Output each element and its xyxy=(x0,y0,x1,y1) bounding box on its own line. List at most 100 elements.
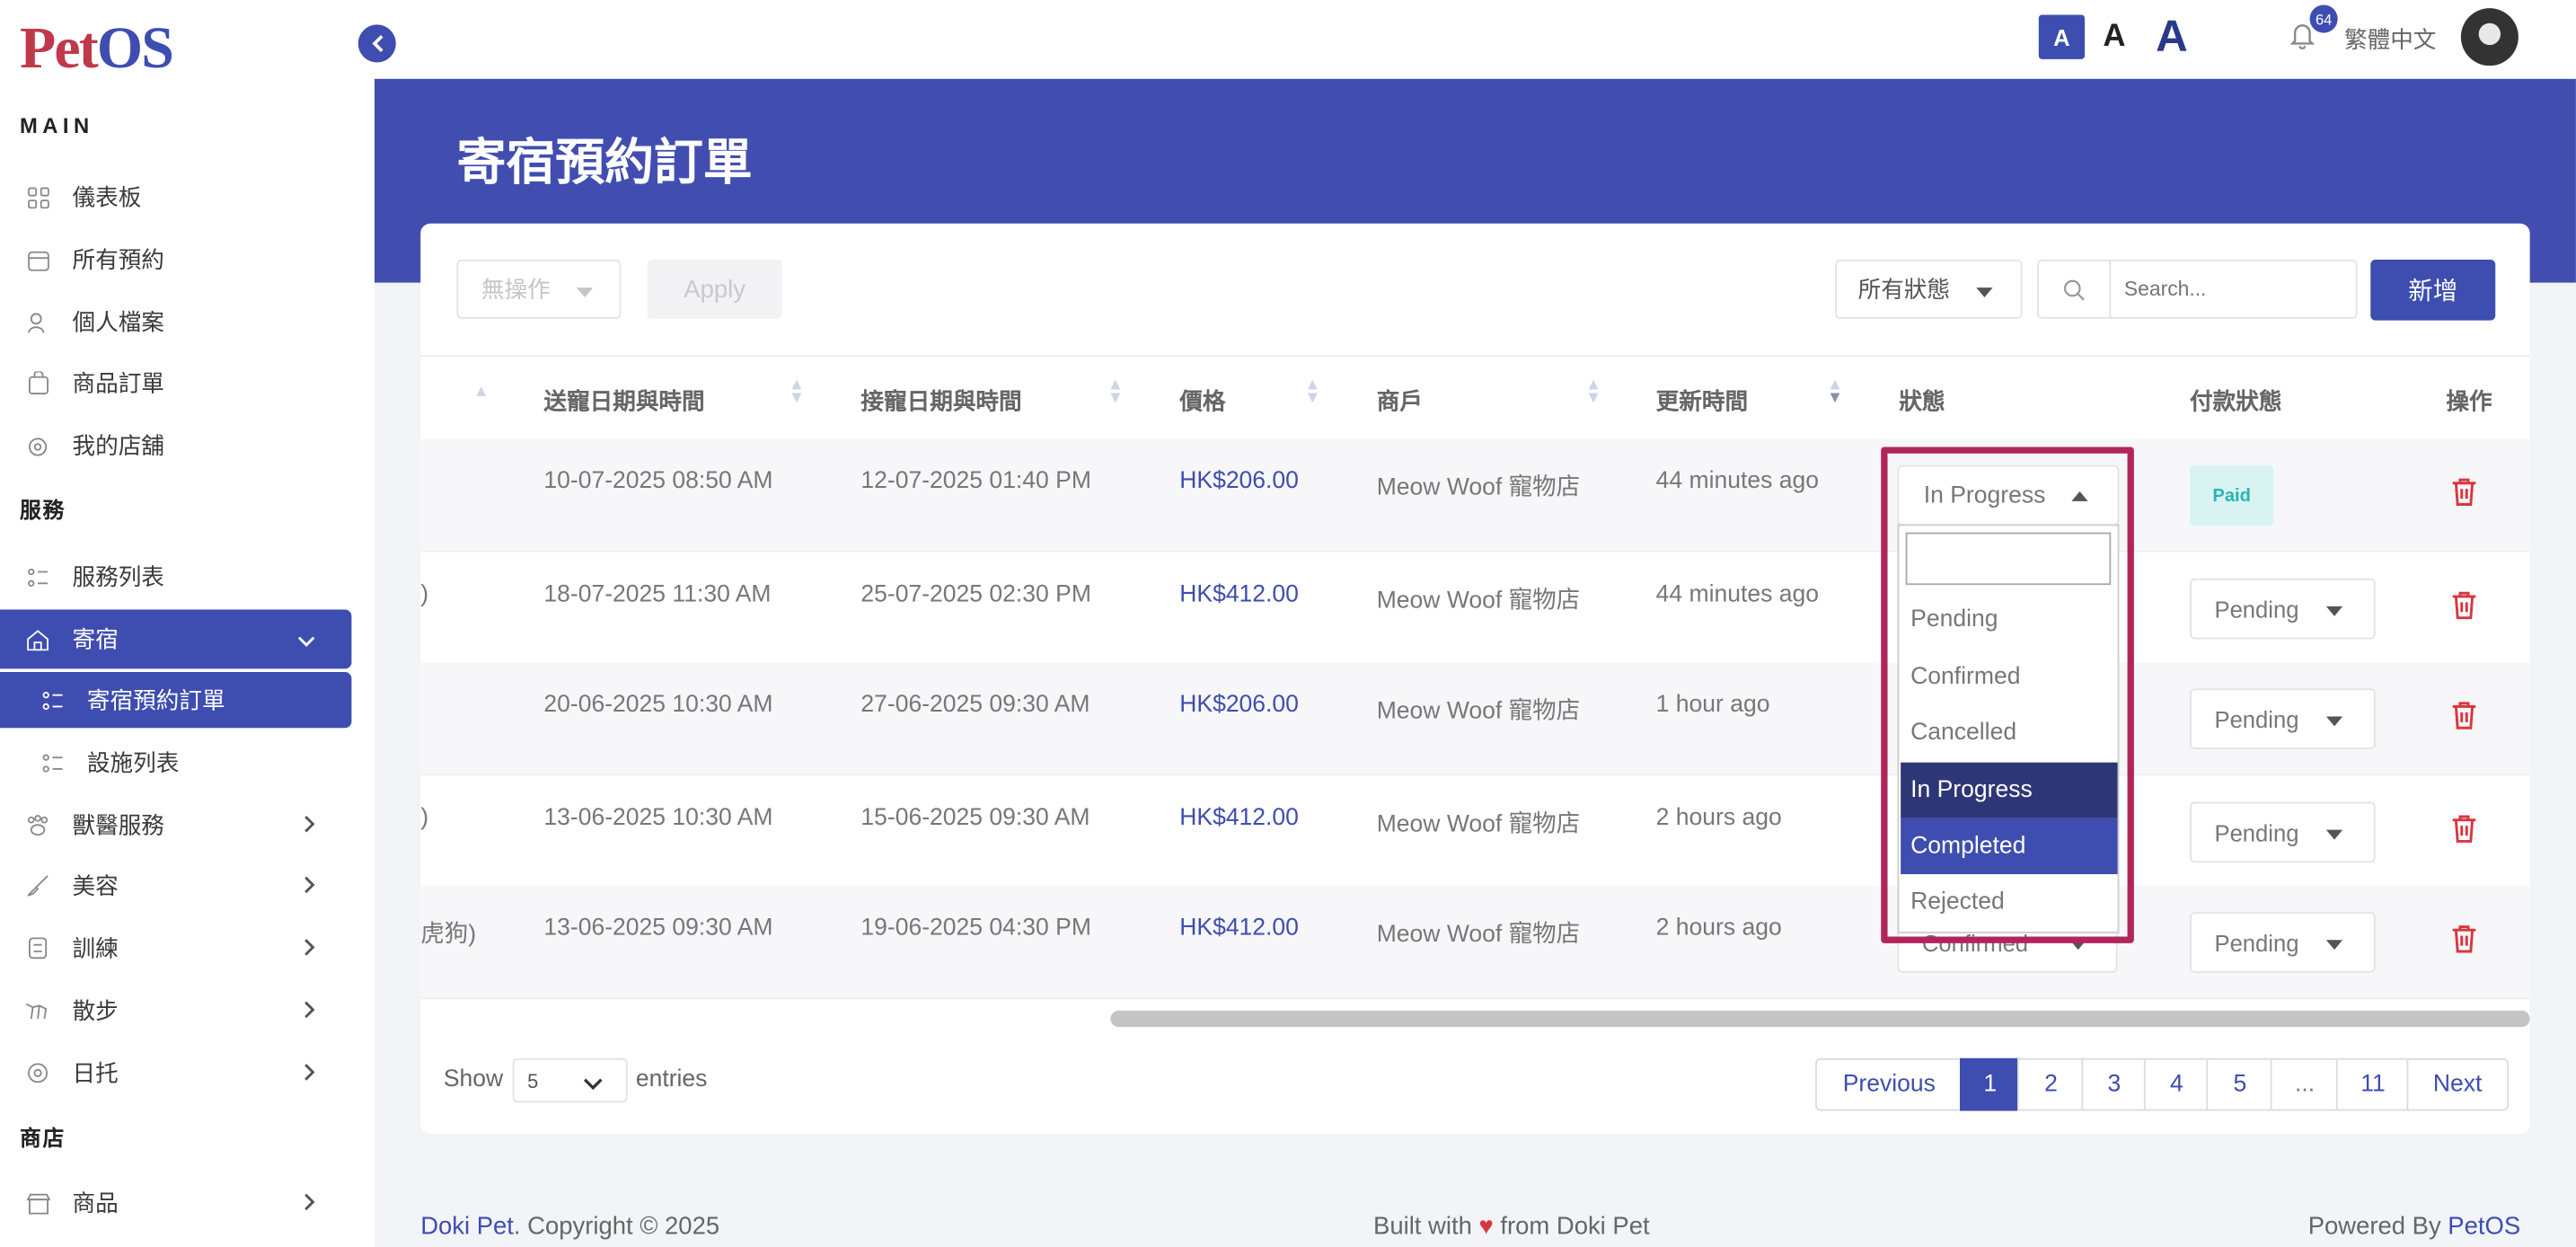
customer-cell-partial: ) xyxy=(420,805,429,832)
font-size-small-button[interactable]: A xyxy=(2038,14,2086,59)
search-input[interactable] xyxy=(2109,259,2358,319)
sort-icon[interactable]: ▲ ▼ xyxy=(1585,377,1601,407)
footer-powered-prefix: Powered By xyxy=(2307,1212,2441,1241)
status-option-cancelled[interactable]: Cancelled xyxy=(1901,705,2117,761)
font-size-medium-button[interactable]: A xyxy=(2096,14,2132,58)
orders-card: 無操作 Apply 所有狀態 新增 ▲ 送寵日期與時間 ▲▼ 接寵日期與時間 ▲… xyxy=(420,223,2530,1135)
status-search-input[interactable] xyxy=(1905,532,2112,586)
column-header-merchant[interactable]: 商戶 xyxy=(1377,385,1423,418)
column-header-price[interactable]: 價格 xyxy=(1179,385,1225,418)
entries-suffix-label: entries xyxy=(635,1066,708,1093)
column-header-pickup[interactable]: 接寵日期與時間 xyxy=(860,385,1021,418)
footer-copyright: Doki Pet. Copyright © 2025 xyxy=(420,1213,719,1241)
sort-icon[interactable]: ▲ ▼ xyxy=(1827,377,1843,407)
sidebar-item-grooming[interactable]: 美容 xyxy=(0,856,351,915)
pickup-cell: 15-06-2025 09:30 AM xyxy=(860,805,1090,832)
footer-built-prefix: Built with xyxy=(1373,1212,1472,1241)
pagination-previous[interactable]: Previous xyxy=(1815,1057,1963,1111)
divider xyxy=(420,997,2530,1000)
column-header-dropoff[interactable]: 送寵日期與時間 xyxy=(543,385,704,418)
status-option-confirmed[interactable]: Confirmed xyxy=(1901,649,2117,704)
daycare-icon xyxy=(24,1060,50,1086)
sidebar-item-product-orders[interactable]: 商品訂單 xyxy=(0,353,351,412)
footer-powered-brand[interactable]: PetOS xyxy=(2448,1213,2520,1241)
horizontal-scrollbar[interactable] xyxy=(1110,1010,2530,1028)
sidebar-item-training[interactable]: 訓練 xyxy=(0,918,351,977)
pagination-page-2[interactable]: 2 xyxy=(2017,1057,2086,1111)
sidebar-item-label: 美容 xyxy=(72,872,119,899)
sidebar-item-vet-services[interactable]: 獸醫服務 xyxy=(0,795,351,854)
entries-select[interactable]: 5 xyxy=(512,1057,628,1103)
sidebar-item-service-list[interactable]: 服務列表 xyxy=(0,547,351,606)
entries-value: 5 xyxy=(527,1068,539,1092)
trash-icon[interactable] xyxy=(2451,590,2477,628)
pagination-ellipsis: ... xyxy=(2270,1057,2340,1111)
sidebar-item-boarding-orders[interactable]: 寄宿預約訂單 xyxy=(0,672,352,729)
collapse-sidebar-button[interactable] xyxy=(357,24,396,63)
bell-icon[interactable] xyxy=(2289,22,2316,57)
trash-icon[interactable] xyxy=(2451,924,2477,961)
status-filter-select[interactable]: 所有狀態 xyxy=(1834,259,2023,319)
walk-icon xyxy=(24,997,50,1023)
pagination-page-11[interactable]: 11 xyxy=(2335,1057,2411,1111)
sidebar-item-facility-list[interactable]: 設施列表 xyxy=(0,733,351,792)
payment-status-select[interactable]: Pending xyxy=(2190,578,2376,640)
avatar[interactable] xyxy=(2460,8,2519,66)
price-cell: HK$412.00 xyxy=(1179,915,1299,942)
sidebar-item-all-bookings[interactable]: 所有預約 xyxy=(0,230,351,289)
sidebar-item-dashboard[interactable]: 儀表板 xyxy=(0,168,351,227)
footer-powered-by: Powered By PetOS xyxy=(2308,1213,2520,1241)
sidebar-item-profile[interactable]: 個人檔案 xyxy=(0,293,351,352)
font-size-large-button[interactable]: A xyxy=(2148,8,2194,64)
pickup-cell: 12-07-2025 01:40 PM xyxy=(860,468,1091,495)
sidebar-item-my-store[interactable]: 我的店舖 xyxy=(0,416,351,475)
dropoff-cell: 13-06-2025 09:30 AM xyxy=(543,915,773,942)
pagination-page-5[interactable]: 5 xyxy=(2206,1057,2274,1111)
add-button[interactable]: 新增 xyxy=(2370,259,2496,321)
vet-icon xyxy=(24,812,50,838)
customer-cell-partial: ) xyxy=(420,581,429,608)
sidebar-item-daycare[interactable]: 日托 xyxy=(0,1043,351,1102)
language-selector[interactable]: 繁體中文 xyxy=(2344,23,2436,57)
trash-icon[interactable] xyxy=(2451,700,2477,738)
column-header-updated[interactable]: 更新時間 xyxy=(1656,385,1748,418)
payment-status-select[interactable]: Pending xyxy=(2190,801,2376,863)
bulk-action-select[interactable]: 無操作 xyxy=(456,259,622,319)
status-option-completed[interactable]: Completed xyxy=(1901,818,2118,875)
section-main-label: MAIN xyxy=(19,113,94,138)
pagination-page-3[interactable]: 3 xyxy=(2081,1057,2148,1111)
sort-icon[interactable]: ▲ ▼ xyxy=(789,377,805,407)
status-option-pending[interactable]: Pending xyxy=(1901,591,2117,647)
sort-icon[interactable]: ▲ xyxy=(473,383,490,401)
sidebar-item-label: 設施列表 xyxy=(86,749,180,776)
sidebar-item-label: 我的店舖 xyxy=(72,432,164,459)
dropoff-cell: 13-06-2025 10:30 AM xyxy=(543,805,773,832)
status-option-in-progress[interactable]: In Progress xyxy=(1901,762,2118,818)
sidebar-item-products[interactable]: 商品 xyxy=(0,1173,351,1233)
caret-down-icon xyxy=(2325,716,2343,727)
payment-status-select[interactable]: Pending xyxy=(2190,912,2376,973)
status-option-rejected[interactable]: Rejected xyxy=(1901,874,2117,930)
footer-brand-link[interactable]: Doki Pet xyxy=(420,1213,514,1241)
caret-up-icon xyxy=(2071,491,2088,501)
payment-status-value: Pending xyxy=(2214,705,2299,732)
sidebar-item-label: 所有預約 xyxy=(72,246,164,273)
updated-cell: 1 hour ago xyxy=(1655,692,1770,719)
sort-icon[interactable]: ▲ ▼ xyxy=(1107,377,1124,407)
pagination-next[interactable]: Next xyxy=(2406,1057,2509,1111)
status-selected-value: In Progress xyxy=(1923,482,2046,509)
petos-logo[interactable]: PetOS xyxy=(20,13,174,83)
list-icon xyxy=(40,687,66,713)
trash-icon[interactable] xyxy=(2451,476,2477,514)
pagination-page-1[interactable]: 1 xyxy=(1959,1057,2021,1111)
sidebar-item-walking[interactable]: 散步 xyxy=(0,981,351,1040)
payment-status-select[interactable]: Pending xyxy=(2190,688,2376,750)
sort-icon[interactable]: ▲ ▼ xyxy=(1304,377,1320,407)
pagination-page-4[interactable]: 4 xyxy=(2143,1057,2210,1111)
sidebar-item-boarding[interactable]: 寄宿 xyxy=(0,609,352,669)
trash-icon[interactable] xyxy=(2451,813,2477,851)
price-cell: HK$412.00 xyxy=(1179,581,1299,608)
table-row: 10-07-2025 08:50 AM 12-07-2025 01:40 PM … xyxy=(420,438,2530,551)
apply-button[interactable]: Apply xyxy=(647,259,782,319)
status-select-open[interactable]: In Progress xyxy=(1897,464,2120,526)
